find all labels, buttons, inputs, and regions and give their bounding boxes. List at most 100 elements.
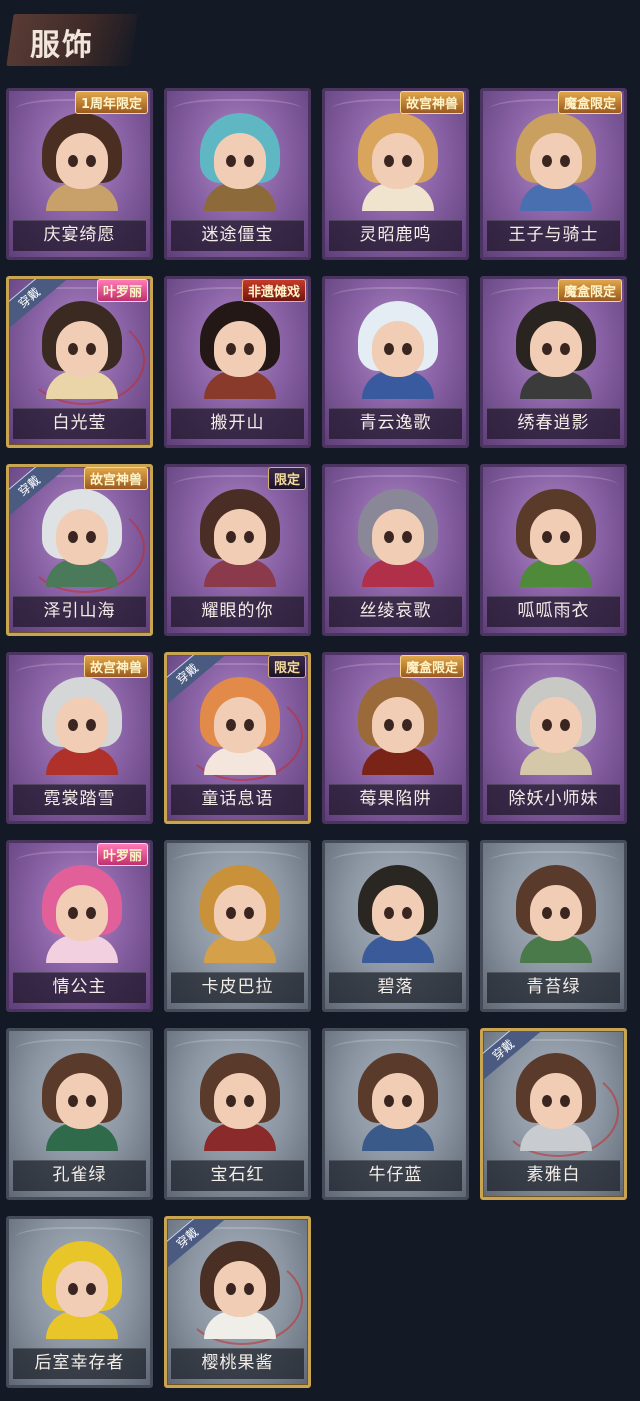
- outfit-name: 孔雀绿: [52, 1165, 107, 1185]
- outfit-card[interactable]: 宝石红: [164, 1028, 311, 1200]
- outfit-card[interactable]: 童话息语 限定 穿戴: [164, 652, 311, 824]
- right-eye: [402, 155, 412, 167]
- outfit-name: 除妖小师妹: [508, 789, 599, 809]
- outfit-card[interactable]: 青云逸歌: [322, 276, 469, 448]
- left-eye: [542, 719, 552, 731]
- outfit-card[interactable]: 丝绫哀歌: [322, 464, 469, 636]
- character-portrait: [42, 1053, 122, 1151]
- right-eye: [560, 155, 570, 167]
- outfit-name: 卡皮巴拉: [201, 977, 274, 997]
- left-eye: [68, 1095, 78, 1107]
- right-eye: [86, 907, 96, 919]
- right-eye: [244, 343, 254, 355]
- character-portrait: [42, 677, 122, 775]
- outfit-card[interactable]: 霓裳踏雪 故宫神兽: [6, 652, 153, 824]
- right-eye: [402, 719, 412, 731]
- outfit-name: 碧落: [377, 977, 414, 997]
- left-eye: [226, 907, 236, 919]
- outfit-card[interactable]: 情公主 叶罗丽: [6, 840, 153, 1012]
- character-face: [214, 509, 266, 565]
- outfit-name: 王子与骑士: [508, 225, 599, 245]
- outfit-card[interactable]: 庆宴绮愿 1周年限定: [6, 88, 153, 260]
- outfit-name: 樱桃果酱: [201, 1353, 274, 1373]
- character-face: [56, 509, 108, 565]
- outfit-card[interactable]: 素雅白 穿戴: [480, 1028, 627, 1200]
- outfit-card[interactable]: 孔雀绿: [6, 1028, 153, 1200]
- limited-badge: 故宫神兽: [83, 655, 148, 678]
- character-face: [214, 1261, 266, 1317]
- outfit-name: 耀眼的你: [201, 601, 274, 621]
- page-title: 服饰: [30, 28, 94, 63]
- left-eye: [226, 719, 236, 731]
- right-eye: [402, 531, 412, 543]
- right-eye: [244, 907, 254, 919]
- left-eye: [384, 531, 394, 543]
- outfit-name: 情公主: [52, 977, 107, 997]
- character-face: [214, 697, 266, 753]
- outfit-card[interactable]: 泽引山海 故宫神兽 穿戴: [6, 464, 153, 636]
- outfit-card[interactable]: 迷途僵宝: [164, 88, 311, 260]
- left-eye: [542, 531, 552, 543]
- character-face: [56, 133, 108, 189]
- left-eye: [384, 1095, 394, 1107]
- outfit-card[interactable]: 呱呱雨衣: [480, 464, 627, 636]
- character-portrait: [42, 113, 122, 211]
- left-eye: [384, 343, 394, 355]
- right-eye: [402, 343, 412, 355]
- outfit-card[interactable]: 牛仔蓝: [322, 1028, 469, 1200]
- character-face: [214, 885, 266, 941]
- character-portrait: [200, 301, 280, 399]
- left-eye: [384, 155, 394, 167]
- limited-badge: 非遗傩戏: [241, 279, 306, 302]
- outfit-card[interactable]: 灵昭鹿鸣 故宫神兽: [322, 88, 469, 260]
- right-eye: [560, 719, 570, 731]
- outfit-card[interactable]: 樱桃果酱 穿戴: [164, 1216, 311, 1388]
- left-eye: [68, 1283, 78, 1295]
- left-eye: [68, 531, 78, 543]
- limited-badge: 限定: [267, 467, 306, 490]
- character-face: [372, 509, 424, 565]
- character-portrait: [516, 489, 596, 587]
- outfit-name: 童话息语: [201, 789, 274, 809]
- character-portrait: [42, 301, 122, 399]
- character-face: [530, 133, 582, 189]
- outfit-name: 牛仔蓝: [368, 1165, 423, 1185]
- outfit-card[interactable]: 搬开山 非遗傩戏: [164, 276, 311, 448]
- limited-badge: 限定: [267, 655, 306, 678]
- outfit-card[interactable]: 绣春逍影 魔盒限定: [480, 276, 627, 448]
- outfit-card[interactable]: 王子与骑士 魔盒限定: [480, 88, 627, 260]
- character-portrait: [516, 113, 596, 211]
- outfit-name: 呱呱雨衣: [517, 601, 590, 621]
- character-portrait: [200, 1241, 280, 1339]
- outfit-name: 莓果陷阱: [359, 789, 432, 809]
- outfit-name: 绣春逍影: [517, 413, 590, 433]
- outfit-card[interactable]: 碧落: [322, 840, 469, 1012]
- character-portrait: [358, 1053, 438, 1151]
- outfit-card[interactable]: 莓果陷阱 魔盒限定: [322, 652, 469, 824]
- limited-badge: 叶罗丽: [96, 843, 148, 866]
- character-face: [530, 509, 582, 565]
- left-eye: [226, 1283, 236, 1295]
- character-portrait: [200, 113, 280, 211]
- left-eye: [542, 343, 552, 355]
- character-face: [372, 885, 424, 941]
- outfit-card[interactable]: 除妖小师妹: [480, 652, 627, 824]
- outfit-name: 青云逸歌: [359, 413, 432, 433]
- outfit-name: 素雅白: [526, 1165, 581, 1185]
- outfit-card[interactable]: 后室幸存者: [6, 1216, 153, 1388]
- outfit-card[interactable]: 青苔绿: [480, 840, 627, 1012]
- character-face: [56, 697, 108, 753]
- outfit-name: 搬开山: [210, 413, 265, 433]
- left-eye: [384, 907, 394, 919]
- outfit-card[interactable]: 白光莹 叶罗丽 穿戴: [6, 276, 153, 448]
- outfit-card[interactable]: 耀眼的你 限定: [164, 464, 311, 636]
- left-eye: [542, 1095, 552, 1107]
- character-portrait: [516, 865, 596, 963]
- outfit-card[interactable]: 卡皮巴拉: [164, 840, 311, 1012]
- character-face: [56, 321, 108, 377]
- limited-badge: 1周年限定: [74, 91, 148, 114]
- character-portrait: [358, 113, 438, 211]
- header: 服饰: [0, 0, 640, 82]
- limited-badge: 故宫神兽: [83, 467, 148, 490]
- left-eye: [542, 907, 552, 919]
